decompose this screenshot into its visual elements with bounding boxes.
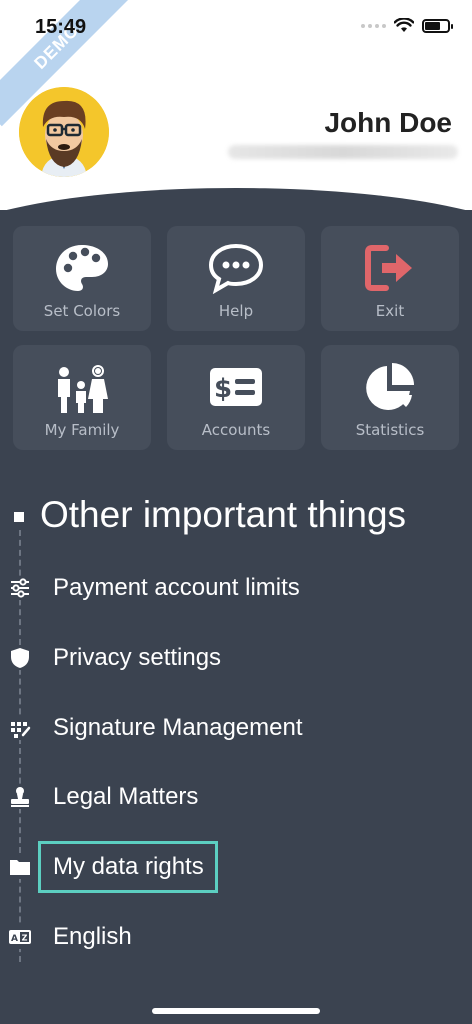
menu-item-my-data-rights[interactable]: My data rights: [0, 842, 472, 892]
section-bullet: [14, 512, 24, 522]
user-name: John Doe: [324, 107, 452, 138]
tile-label: Exit: [375, 302, 405, 320]
menu-item-label: Legal Matters: [53, 783, 199, 810]
svg-text:A: A: [11, 934, 18, 944]
tile-exit[interactable]: Exit: [321, 226, 459, 331]
tile-help[interactable]: Help: [167, 226, 305, 331]
section-title: Other important things: [40, 494, 407, 535]
menu-item-label: Privacy settings: [53, 644, 222, 671]
shield-icon: [8, 646, 32, 670]
pie-chart-icon: [366, 363, 414, 410]
tile-label: Statistics: [355, 421, 425, 439]
tile-accounts[interactable]: $ Accounts: [167, 345, 305, 450]
menu-item-label: My data rights: [53, 853, 204, 880]
language-icon: A Z: [8, 925, 32, 949]
menu-item-label: Signature Management: [53, 714, 303, 741]
family-icon: [58, 365, 108, 413]
exit-icon: [365, 245, 412, 291]
home-indicator[interactable]: [152, 1008, 320, 1014]
sliders-icon: [8, 576, 32, 600]
svg-text:$: $: [214, 374, 232, 404]
palette-icon: [56, 245, 108, 291]
menu-item-payment-account-limits[interactable]: Payment account limits: [0, 563, 472, 613]
folder-icon: [8, 855, 32, 879]
menu-item-legal-matters[interactable]: Legal Matters: [0, 772, 472, 822]
menu-item-label: English: [53, 923, 132, 950]
tile-label: Accounts: [201, 421, 271, 439]
user-subtitle-blurred: [228, 145, 458, 159]
chat-bubble-icon: [208, 243, 264, 294]
battery-icon: [422, 18, 453, 33]
stamp-icon: [8, 785, 32, 809]
status-icons: [361, 18, 453, 33]
tile-label: My Family: [44, 421, 120, 439]
tile-label: Set Colors: [43, 302, 121, 320]
menu-item-label: Payment account limits: [53, 574, 300, 601]
menu-item-signature-management[interactable]: Signature Management: [0, 703, 472, 753]
signal-icon: [361, 23, 386, 28]
signature-icon: [8, 716, 32, 740]
menu-item-privacy-settings[interactable]: Privacy settings: [0, 633, 472, 683]
status-time: 15:49: [35, 16, 87, 38]
tile-my-family[interactable]: My Family: [13, 345, 151, 450]
tile-set-colors[interactable]: Set Colors: [13, 226, 151, 331]
tile-statistics[interactable]: Statistics: [321, 345, 459, 450]
svg-text:Z: Z: [22, 934, 28, 943]
wifi-icon: [394, 18, 414, 32]
tile-label: Help: [218, 302, 254, 320]
money-card-icon: $: [210, 368, 262, 406]
quick-actions-grid: Set Colors Help Exit My Family $ Account…: [13, 226, 459, 450]
menu-item-english[interactable]: A Z English: [0, 912, 472, 962]
avatar[interactable]: [19, 87, 109, 177]
